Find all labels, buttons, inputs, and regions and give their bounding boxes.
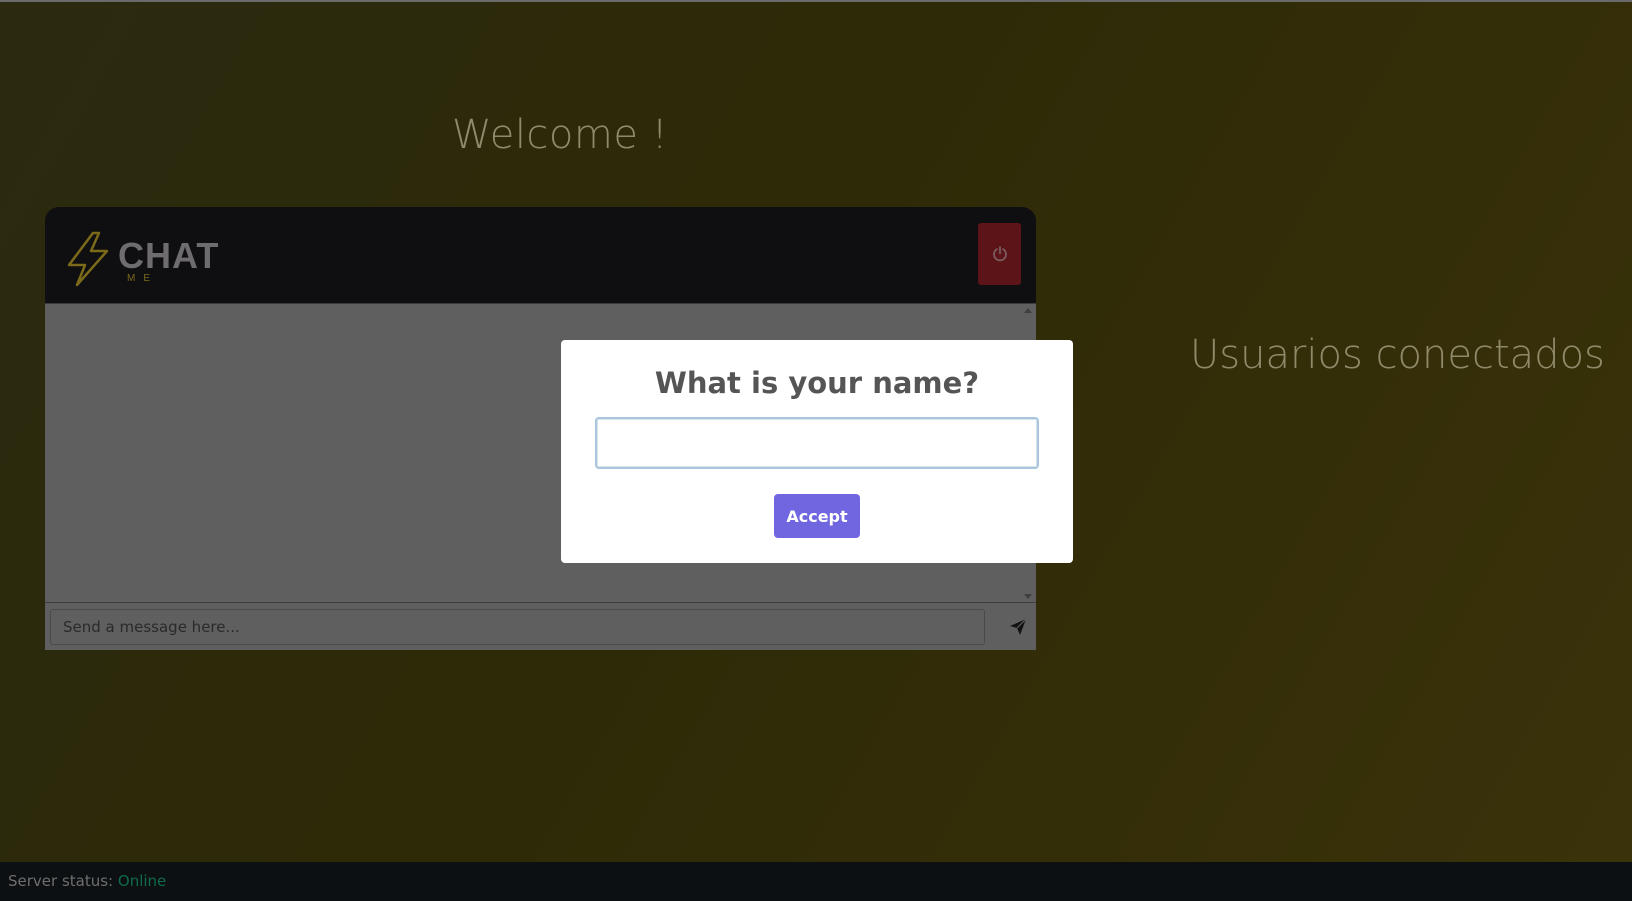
accept-button[interactable]: Accept (774, 494, 860, 538)
chat-footer (45, 602, 1036, 650)
name-input[interactable] (595, 417, 1039, 469)
chat-header: CHAT ME (45, 207, 1036, 303)
status-bar: Server status: Online (0, 862, 1632, 901)
chat-logo: CHAT ME (63, 231, 223, 287)
scroll-up-arrow[interactable] (1024, 308, 1032, 313)
send-button[interactable] (1007, 616, 1029, 638)
logo-subtext: ME (127, 273, 158, 284)
paper-plane-icon (1010, 618, 1027, 635)
server-status-label: Server status: (8, 872, 114, 890)
power-icon (992, 246, 1007, 262)
connected-users-heading: Usuarios conectados (1190, 332, 1605, 378)
power-button[interactable] (978, 223, 1021, 285)
lightning-bolt-icon (67, 231, 109, 287)
dialog-title: What is your name? (654, 366, 980, 400)
welcome-heading: Welcome ! (452, 112, 669, 158)
top-border (0, 0, 1632, 2)
scroll-down-arrow[interactable] (1024, 594, 1032, 599)
server-status-value: Online (117, 872, 167, 890)
message-input[interactable] (50, 609, 985, 645)
logo-text: CHAT (118, 235, 220, 276)
name-dialog: What is your name? Accept (561, 340, 1073, 563)
